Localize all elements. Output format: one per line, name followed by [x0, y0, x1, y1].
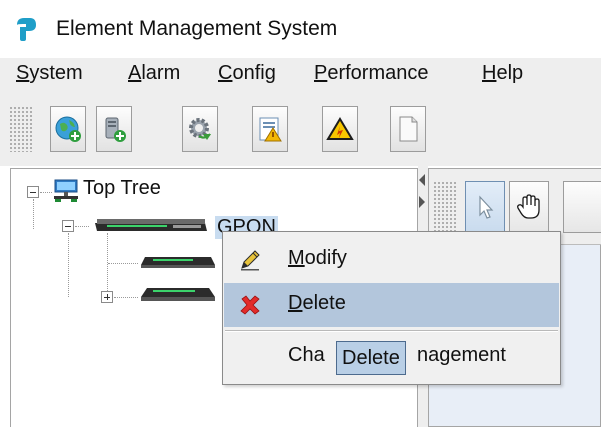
database-add-icon — [105, 117, 126, 142]
gear-refresh-icon — [189, 118, 211, 140]
tree-connector — [108, 263, 138, 264]
view-toolbar-grip[interactable] — [433, 181, 457, 233]
switch-device-icon — [141, 257, 215, 268]
tree-connector — [40, 192, 52, 193]
warning-button[interactable] — [322, 106, 358, 152]
app-title: Element Management System — [56, 17, 338, 40]
globe-add-icon — [55, 116, 81, 142]
menu-separator-highlight — [225, 331, 558, 332]
title-bar: Element Management System — [0, 0, 601, 58]
menu-help[interactable]: Help — [482, 62, 523, 85]
blank-document-icon — [399, 116, 418, 142]
tree-collapse-toggle-gpon[interactable] — [62, 220, 74, 232]
menu-alarm[interactable]: Alarm — [128, 62, 180, 85]
tree-connector — [114, 297, 138, 298]
collapse-left-icon[interactable] — [419, 174, 425, 186]
menu-system[interactable]: System — [16, 62, 83, 85]
menu-item-change-management-label-end: nagement — [417, 344, 506, 366]
menu-bar: System Alarm Config Performance Help — [0, 58, 601, 94]
tree-connector — [107, 233, 108, 297]
select-pointer-icon — [479, 195, 494, 219]
toolbar-next-button[interactable] — [563, 181, 601, 233]
configure-button[interactable] — [182, 106, 218, 152]
menu-item-delete[interactable]: Delete — [224, 283, 559, 327]
menu-item-modify-label: Modify — [288, 247, 347, 269]
toolbar-grip[interactable] — [9, 106, 33, 152]
menu-performance[interactable]: Performance — [314, 62, 429, 85]
tree-connector — [68, 233, 69, 297]
add-network-button[interactable] — [50, 106, 86, 152]
network-topology-icon — [54, 179, 78, 202]
menu-item-delete-label: Delete — [288, 292, 346, 314]
menu-item-change-management-label-start: Cha — [288, 344, 325, 366]
alarm-list-button[interactable] — [252, 106, 288, 152]
tp-link-logo-icon — [17, 18, 36, 41]
red-x-delete-icon — [240, 295, 260, 315]
hand-pan-icon — [517, 194, 540, 219]
tree-node-top-tree[interactable]: Top Tree — [83, 177, 161, 200]
main-toolbar — [0, 94, 601, 166]
collapse-right-icon[interactable] — [419, 196, 425, 208]
tree-expand-toggle-child-2[interactable] — [101, 291, 113, 303]
pencil-edit-icon — [241, 250, 260, 271]
tree-connector — [33, 199, 34, 229]
new-document-button[interactable] — [390, 106, 426, 152]
tree-connector — [75, 226, 89, 227]
menu-config[interactable]: Config — [218, 62, 276, 85]
alarm-list-icon — [259, 117, 282, 142]
pan-tool-button[interactable] — [509, 181, 549, 233]
menu-item-modify[interactable]: Modify — [224, 238, 559, 282]
onu-device-icon — [141, 288, 215, 301]
select-tool-button[interactable] — [465, 181, 505, 233]
delete-tooltip: Delete — [336, 341, 406, 375]
warning-icon — [326, 117, 354, 140]
tree-collapse-toggle-root[interactable] — [27, 186, 39, 198]
add-device-button[interactable] — [96, 106, 132, 152]
olt-device-icon — [95, 219, 207, 231]
